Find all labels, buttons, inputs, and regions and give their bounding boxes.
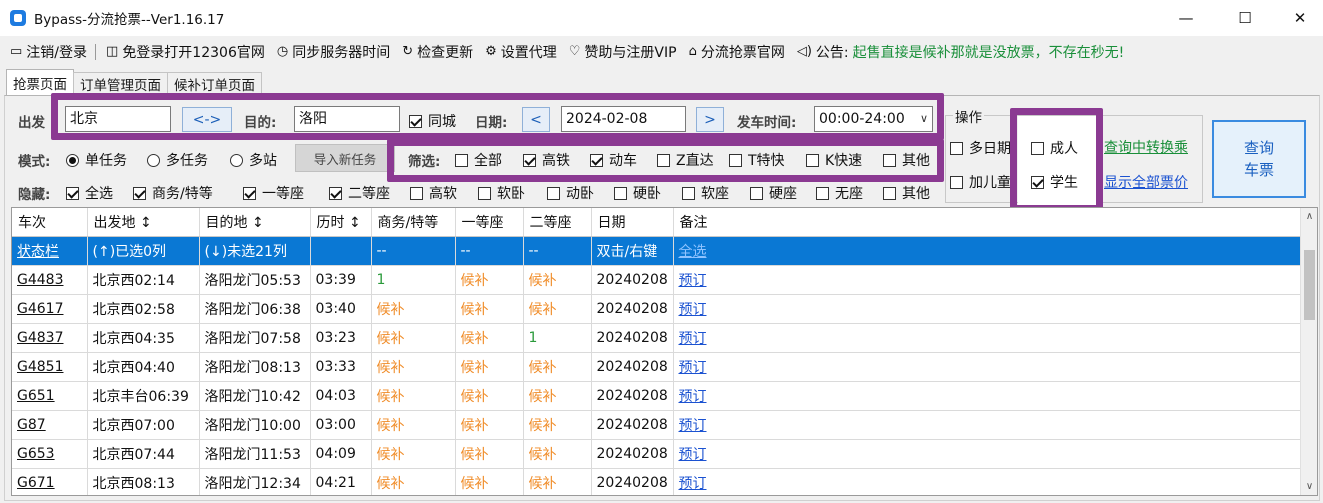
col-duration[interactable]: 历时 ↕ xyxy=(310,208,372,237)
route-highlight xyxy=(51,93,944,140)
filter-highlight xyxy=(387,139,944,182)
window-title: Bypass-分流抢票--Ver1.16.17 xyxy=(34,12,225,28)
table-row[interactable]: G671 北京西08:13 洛阳龙门12:34 04:21 候补 候补 候补 20240208… xyxy=(12,468,1302,495)
app-icon xyxy=(10,10,26,26)
mode-label: 模式: xyxy=(18,154,51,170)
table-row[interactable]: G4837 北京西04:35 洛阳龙门07:58 03:23 候补 候补 1 20240208… xyxy=(12,323,1302,353)
table-row[interactable]: G4851 北京西04:40 洛阳龙门08:13 03:33 候补 候补 候补 2024020… xyxy=(12,352,1302,382)
status-row[interactable]: 状态栏 (↑)已选0列 (↓)未选21列 -- -- -- 双击/右键 全选 xyxy=(12,236,1302,266)
window-icon: ◫ xyxy=(106,44,119,59)
table-header-row: 车次 出发地 ↕ 目的地 ↕ 历时 ↕ 商务/特等 一等座 二等座 日期 备注 xyxy=(12,208,1302,237)
add-child-checkbox[interactable]: 加儿童 xyxy=(950,172,1011,192)
hide-other[interactable]: 其他 xyxy=(883,183,930,203)
train-table-body: 车次 出发地 ↕ 目的地 ↕ 历时 ↕ 商务/特等 一等座 二等座 日期 备注 … xyxy=(12,208,1302,495)
logout-menu[interactable]: ▭ 注销/登录 xyxy=(10,42,87,62)
hide-label: 隐藏: xyxy=(18,187,51,203)
hide-second-class[interactable]: 二等座 xyxy=(329,183,390,203)
homepage-menu[interactable]: ⌂ 分流抢票官网 xyxy=(689,42,785,62)
mode-station-radio[interactable]: 多站 xyxy=(230,150,277,170)
menu-separator xyxy=(95,43,97,60)
col-to[interactable]: 目的地 ↕ xyxy=(199,208,311,237)
col-train-no[interactable]: 车次 xyxy=(12,208,88,237)
sponsor-menu[interactable]: ♡ 赞助与注册VIP xyxy=(569,42,677,62)
hide-soft-seat[interactable]: 软座 xyxy=(682,183,729,203)
heart-icon: ♡ xyxy=(568,44,581,59)
scroll-down-icon[interactable]: ∨ xyxy=(1301,478,1317,495)
multi-day-checkbox[interactable]: 多日期 xyxy=(950,138,1011,158)
speaker-icon: ◁) xyxy=(796,44,812,59)
hide-hard-sleeper[interactable]: 硬卧 xyxy=(614,183,661,203)
hide-soft-sleeper[interactable]: 软卧 xyxy=(478,183,525,203)
hide-first-class[interactable]: 一等座 xyxy=(243,183,304,203)
refresh-icon: ↻ xyxy=(402,44,414,59)
tab-grab-tickets[interactable]: 抢票页面 xyxy=(6,69,74,95)
home-icon: ⌂ xyxy=(688,44,697,59)
minimize-button[interactable]: — xyxy=(1163,0,1209,36)
scroll-thumb[interactable] xyxy=(1304,250,1315,320)
hide-all[interactable]: 全选 xyxy=(66,183,113,203)
hide-emu-sleeper[interactable]: 动卧 xyxy=(547,183,594,203)
mode-multi-radio[interactable]: 多任务 xyxy=(147,150,208,170)
hide-high-soft[interactable]: 高软 xyxy=(410,183,457,203)
col-business[interactable]: 商务/特等 xyxy=(371,208,456,237)
col-second[interactable]: 二等座 xyxy=(523,208,592,237)
import-task-button[interactable]: 导入新任务 xyxy=(295,144,395,172)
mode-single-radio[interactable]: 单任务 xyxy=(66,150,127,170)
transfer-query-link[interactable]: 查询中转换乘 xyxy=(1104,137,1188,157)
maximize-button[interactable]: ☐ xyxy=(1222,0,1268,36)
sync-time-menu[interactable]: ◷ 同步服务器时间 xyxy=(277,42,390,62)
table-row[interactable]: G653 北京西07:44 洛阳龙门11:53 04:09 候补 候补 候补 20240208… xyxy=(12,439,1302,469)
title-bar: Bypass-分流抢票--Ver1.16.17 — ☐ ✕ xyxy=(0,0,1323,36)
table-row[interactable]: G87 北京西07:00 洛阳龙门10:00 03:00 候补 候补 候补 20240208 预… xyxy=(12,410,1302,440)
vertical-scrollbar[interactable]: ∧ ∨ xyxy=(1300,208,1317,495)
show-all-price-link[interactable]: 显示全部票价 xyxy=(1104,172,1188,192)
menu-bar: ▭ 注销/登录 ◫ 免登录打开12306官网 ◷ 同步服务器时间 ↻ 检查更新 ⚙ 设置代… xyxy=(0,36,1323,67)
clock-icon: ◷ xyxy=(276,44,289,59)
col-remark[interactable]: 备注 xyxy=(673,208,1302,237)
from-label: 出发 xyxy=(18,115,45,131)
col-from[interactable]: 出发地 ↕ xyxy=(87,208,200,237)
proxy-menu[interactable]: ⚙ 设置代理 xyxy=(485,42,557,62)
query-tickets-button[interactable]: 查询 车票 xyxy=(1212,120,1306,198)
gear-icon: ⚙ xyxy=(485,44,497,59)
login-free-menu[interactable]: ◫ 免登录打开12306官网 xyxy=(106,42,265,62)
hide-business[interactable]: 商务/特等 xyxy=(133,183,213,203)
operations-label: 操作 xyxy=(953,106,984,126)
check-update-menu[interactable]: ↻ 检查更新 xyxy=(402,42,473,62)
table-row[interactable]: G4483 北京西02:14 洛阳龙门05:53 03:39 1 候补 候补 20240208… xyxy=(12,265,1302,295)
hide-hard-seat[interactable]: 硬座 xyxy=(750,183,797,203)
monitor-icon: ▭ xyxy=(10,44,23,59)
tab-strip: 抢票页面 订单管理页面 候补订单页面 xyxy=(6,69,262,95)
table-row[interactable]: G4617 北京西02:58 洛阳龙门06:38 03:40 候补 候补 候补 2024020… xyxy=(12,294,1302,324)
table-row[interactable]: G651 北京丰台06:39 洛阳龙门10:42 04:03 候补 候补 候补 2024020… xyxy=(12,381,1302,411)
notice: ◁) 公告: 起售直接是候补那就是没放票，不存在秒无! xyxy=(797,42,1124,62)
close-button[interactable]: ✕ xyxy=(1277,0,1323,36)
col-date[interactable]: 日期 xyxy=(591,208,674,237)
hide-no-seat[interactable]: 无座 xyxy=(816,183,863,203)
tab-orders[interactable]: 订单管理页面 xyxy=(73,72,168,95)
col-first[interactable]: 一等座 xyxy=(455,208,524,237)
tab-waitlist-orders[interactable]: 候补订单页面 xyxy=(167,72,262,95)
scroll-up-icon[interactable]: ∧ xyxy=(1301,208,1317,225)
notice-text: 起售直接是候补那就是没放票，不存在秒无! xyxy=(852,44,1125,61)
passenger-highlight xyxy=(1010,108,1103,212)
train-table: 车次 出发地 ↕ 目的地 ↕ 历时 ↕ 商务/特等 一等座 二等座 日期 备注 … xyxy=(11,207,1318,496)
